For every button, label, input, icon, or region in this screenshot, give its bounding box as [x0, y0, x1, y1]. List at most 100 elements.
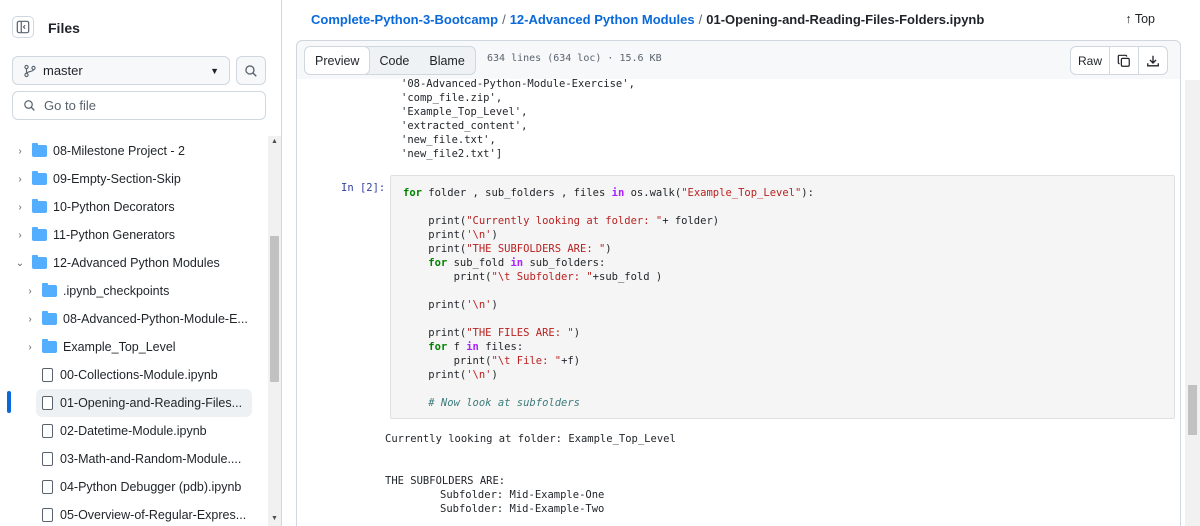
output-line: '08-Advanced-Python-Module-Exercise',	[401, 79, 635, 90]
tree-item-file-active[interactable]: 01-Opening-and-Reading-Files...	[36, 389, 252, 417]
search-icon	[245, 64, 257, 77]
collapse-sidebar-button[interactable]	[12, 16, 34, 38]
tab-blame[interactable]: Blame	[419, 47, 474, 74]
cell-output: Currently looking at folder: Example_Top…	[385, 432, 676, 516]
tab-code[interactable]: Code	[369, 47, 419, 74]
file-icon	[42, 424, 53, 438]
back-to-top-label: Top	[1134, 12, 1155, 26]
chevron-down-icon: ▼	[210, 65, 219, 76]
output-line: 'comp_file.zip',	[401, 92, 503, 104]
folder-open-icon	[32, 255, 47, 269]
output-line: 'new_file.txt',	[401, 134, 496, 146]
tree-item-folder-expanded[interactable]: ⌄ 12-Advanced Python Modules	[14, 249, 260, 277]
tree-item-folder[interactable]: › .ipynb_checkpoints	[24, 277, 254, 305]
code-line: for sub_fold in sub_folders:	[403, 257, 606, 269]
output-line: THE SUBFOLDERS ARE:	[385, 475, 512, 487]
download-icon	[1147, 55, 1159, 66]
file-icon	[42, 480, 53, 494]
branch-selector[interactable]: master ▼	[12, 56, 230, 85]
sidebar-collapse-icon	[16, 20, 30, 34]
code-line: for folder , sub_folders , files in os.w…	[403, 187, 814, 199]
code-comment: # Now look at subfolders	[403, 397, 581, 409]
scroll-up-icon[interactable]: ▲	[271, 138, 278, 145]
go-to-file-placeholder: Go to file	[44, 98, 97, 113]
download-raw-button[interactable]	[1138, 47, 1167, 74]
file-tree: › 08-Milestone Project - 2 › 09-Empty-Se…	[0, 136, 266, 526]
breadcrumb-repo-link[interactable]: Complete-Python-3-Bootcamp	[311, 12, 498, 27]
code-line: for f in files:	[403, 341, 524, 353]
tree-item-folder[interactable]: › 08-Milestone Project - 2	[14, 137, 260, 165]
output-line: Subfolder: Mid-Example-One	[440, 489, 605, 501]
folder-icon	[32, 171, 47, 185]
tree-item-file[interactable]: 02-Datetime-Module.ipynb	[42, 417, 254, 445]
go-to-file-input[interactable]: Go to file	[12, 91, 266, 120]
code-block: for folder , sub_folders , files in os.w…	[403, 186, 814, 410]
tree-item-file[interactable]: 03-Math-and-Random-Module....	[42, 445, 254, 473]
tree-item-label: 05-Overview-of-Regular-Expres...	[60, 508, 247, 522]
chevron-right-icon: ›	[28, 285, 32, 297]
output-line: 'new_file2.txt']	[401, 148, 503, 160]
tree-item-label: 08-Advanced-Python-Module-E...	[63, 312, 248, 326]
sidebar-scrollbar[interactable]: ▲ ▼	[268, 136, 281, 526]
file-icon	[42, 368, 53, 382]
sidebar-title: Files	[48, 20, 80, 36]
copy-raw-button[interactable]	[1109, 47, 1138, 74]
file-actions: Raw	[1069, 46, 1168, 75]
page-scroll-thumb[interactable]	[1188, 385, 1197, 435]
file-meta-info: 634 lines (634 loc) · 15.6 KB	[487, 53, 662, 64]
chevron-right-icon: ›	[28, 341, 32, 353]
raw-button[interactable]: Raw	[1071, 47, 1109, 74]
chevron-right-icon: ›	[18, 201, 22, 213]
breadcrumb-separator: /	[502, 12, 506, 27]
tree-item-label: 12-Advanced Python Modules	[53, 256, 220, 270]
tree-item-label: .ipynb_checkpoints	[63, 284, 170, 298]
tree-item-folder[interactable]: › 11-Python Generators	[14, 221, 260, 249]
folder-icon	[42, 339, 57, 353]
back-to-top-link[interactable]: ↑ Top	[1125, 12, 1155, 26]
page-scrollbar[interactable]	[1185, 80, 1200, 526]
tree-item-label: 03-Math-and-Random-Module....	[60, 452, 242, 466]
output-line: Currently looking at folder: Example_Top…	[385, 433, 676, 445]
breadcrumb-current-file: 01-Opening-and-Reading-Files-Folders.ipy…	[706, 12, 985, 27]
output-line: 'extracted_content',	[401, 120, 528, 132]
view-mode-toggle: Preview Code Blame	[304, 46, 476, 75]
branch-name: master	[43, 63, 83, 78]
scroll-down-icon[interactable]: ▼	[271, 515, 278, 522]
code-line: print('\n')	[403, 299, 498, 311]
previous-cell-output: '08-Advanced-Python-Module-Exercise', 'co…	[401, 79, 635, 161]
arrow-up-icon: ↑	[1125, 12, 1135, 26]
sidebar-header: Files	[0, 0, 282, 56]
breadcrumb-folder-link[interactable]: 12-Advanced Python Modules	[510, 12, 695, 27]
code-line: print("\t File: "+f)	[403, 355, 581, 367]
code-line: print("\t Subfolder: "+sub_fold )	[403, 271, 663, 283]
code-cell: for folder , sub_folders , files in os.w…	[390, 175, 1175, 419]
chevron-right-icon: ›	[28, 313, 32, 325]
tree-item-label: 01-Opening-and-Reading-Files...	[60, 396, 243, 410]
search-icon	[24, 100, 35, 111]
breadcrumb: Complete-Python-3-Bootcamp / 12-Advanced P…	[311, 12, 984, 27]
folder-icon	[42, 283, 57, 297]
tree-item-folder[interactable]: › 09-Empty-Section-Skip	[14, 165, 260, 193]
chevron-right-icon: ›	[18, 145, 22, 157]
tree-item-label: 10-Python Decorators	[53, 200, 175, 214]
file-toolbar: Preview Code Blame 634 lines (634 loc) ·…	[296, 40, 1181, 80]
tree-item-folder[interactable]: › Example_Top_Level	[24, 333, 254, 361]
tree-item-file[interactable]: 04-Python Debugger (pdb).ipynb	[42, 473, 254, 501]
tree-item-folder[interactable]: › 08-Advanced-Python-Module-E...	[24, 305, 254, 333]
copy-icon	[1117, 54, 1130, 67]
search-files-button[interactable]	[236, 56, 266, 85]
output-line: Subfolder: Mid-Example-Two	[440, 503, 605, 515]
code-line: print("THE SUBFOLDERS ARE: ")	[403, 243, 612, 255]
folder-icon	[32, 227, 47, 241]
tree-item-file[interactable]: 00-Collections-Module.ipynb	[42, 361, 254, 389]
tree-item-label: 00-Collections-Module.ipynb	[60, 368, 218, 382]
tab-preview[interactable]: Preview	[304, 47, 371, 74]
chevron-right-icon: ›	[18, 229, 22, 241]
active-file-indicator	[7, 391, 11, 413]
tree-item-folder[interactable]: › 10-Python Decorators	[14, 193, 260, 221]
sidebar-scroll-thumb[interactable]	[270, 236, 279, 382]
tree-item-file[interactable]: 05-Overview-of-Regular-Expres...	[42, 501, 254, 526]
file-icon	[42, 396, 53, 410]
